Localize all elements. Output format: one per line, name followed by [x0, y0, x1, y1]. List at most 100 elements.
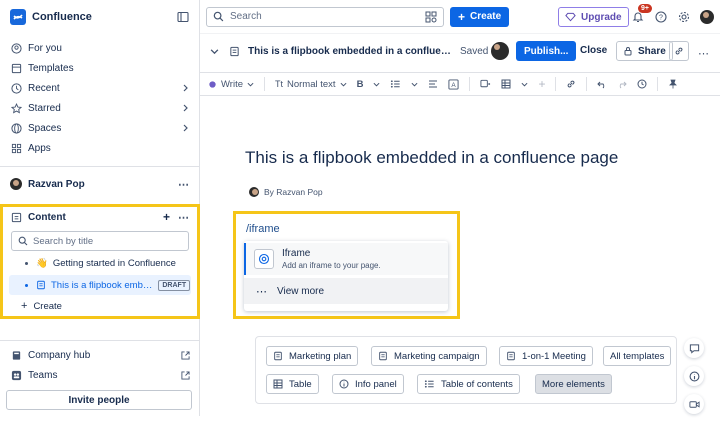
search-icon	[18, 236, 28, 246]
chip-label: More elements	[542, 378, 605, 390]
comment-icon[interactable]	[684, 338, 704, 358]
chevron-down-icon	[340, 81, 347, 88]
copy-link-button[interactable]	[669, 41, 689, 61]
menu-item-description: Add an iframe to your page.	[282, 261, 381, 270]
more-elements-button[interactable]: More elements	[535, 374, 612, 394]
close-button[interactable]: Close	[580, 45, 607, 56]
save-status: Saved	[460, 45, 489, 57]
insert-element-icon[interactable]	[480, 79, 491, 89]
pin-icon[interactable]	[668, 79, 678, 89]
sidebar-item-recent[interactable]: Recent	[0, 78, 199, 98]
page-title: This is a flipbook embedded in a conflue…	[248, 45, 452, 57]
sidebar-item-teams[interactable]: Teams	[0, 365, 200, 385]
link-icon	[674, 46, 684, 56]
invite-people-button[interactable]: Invite people	[6, 390, 192, 410]
diamond-icon	[565, 12, 576, 22]
confluence-logo-icon[interactable]	[10, 9, 26, 25]
sidebar-item-label: For you	[28, 42, 62, 54]
chip-label: Info panel	[355, 378, 397, 390]
chevron-down-icon[interactable]	[373, 81, 380, 88]
align-icon[interactable]	[428, 79, 438, 89]
upgrade-button[interactable]: Upgrade	[558, 7, 629, 27]
sidebar-item-label: Starred	[28, 102, 61, 114]
wave-emoji: 👋	[36, 257, 48, 269]
search-input[interactable]: Search	[206, 6, 444, 27]
element-info-panel[interactable]: Info panel	[332, 374, 404, 394]
table-icon	[273, 379, 283, 389]
video-icon[interactable]	[684, 394, 704, 414]
text-color-icon[interactable]: A	[448, 78, 459, 90]
template-one-on-one[interactable]: 1-on-1 Meeting	[499, 346, 593, 366]
svg-text:A: A	[452, 81, 457, 88]
gear-icon[interactable]	[678, 11, 690, 23]
chevron-down-icon[interactable]	[411, 81, 418, 88]
slash-command-text[interactable]: /iframe	[246, 223, 280, 235]
filter-icon[interactable]	[425, 11, 437, 23]
menu-view-more[interactable]: ⋯ View more	[244, 278, 448, 304]
chevron-down-icon[interactable]	[521, 81, 528, 88]
chip-label: Table	[289, 378, 312, 390]
user-avatar[interactable]	[700, 10, 714, 24]
toolbar-divider	[586, 77, 588, 91]
share-label: Share	[638, 45, 666, 57]
plus-icon[interactable]: +	[538, 77, 545, 91]
chevron-right-icon	[181, 104, 189, 112]
tree-item-getting-started[interactable]: 👋 Getting started in Confluence	[9, 253, 191, 273]
sidebar-nav: For you Templates Recent Starred Spaces …	[0, 34, 199, 162]
template-marketing-plan[interactable]: Marketing plan	[266, 346, 359, 366]
share-button[interactable]: Share	[616, 41, 673, 61]
element-table-of-contents[interactable]: Table of contents	[417, 374, 520, 394]
more-icon: ⋯	[256, 285, 267, 298]
user-circle-icon	[10, 42, 22, 54]
document-icon	[378, 351, 388, 361]
top-bar: Search + Create Upgrade 9+ ?	[200, 0, 720, 34]
more-icon[interactable]: ⋯	[178, 211, 189, 224]
tree-item-flipbook[interactable]: This is a flipbook emb… DRAFT	[9, 275, 191, 295]
bullet	[25, 261, 28, 265]
iframe-icon	[254, 249, 274, 269]
help-icon[interactable]: ?	[655, 11, 667, 23]
history-icon[interactable]	[637, 79, 647, 89]
notification-badge: 9+	[638, 4, 652, 13]
sidebar-item-company-hub[interactable]: Company hub	[0, 345, 200, 365]
text-style-dropdown[interactable]: Tt Normal text	[275, 79, 347, 90]
write-mode-button[interactable]: Write	[208, 79, 254, 90]
all-templates-button[interactable]: All templates	[603, 346, 672, 366]
template-marketing-campaign[interactable]: Marketing campaign	[371, 346, 487, 366]
text-style-icon: Tt	[275, 79, 283, 89]
more-icon[interactable]: ⋯	[178, 178, 189, 191]
document-title[interactable]: This is a flipbook embedded in a conflue…	[245, 148, 618, 168]
collapse-sidebar-icon[interactable]	[177, 11, 189, 23]
create-page-button[interactable]: + Create	[3, 297, 197, 315]
bold-icon[interactable]: B	[357, 79, 364, 90]
sidebar-item-spaces[interactable]: Spaces	[0, 118, 199, 138]
sidebar-item-for-you[interactable]: For you	[0, 38, 199, 58]
more-icon[interactable]: ⋯	[698, 47, 709, 60]
sidebar-item-apps[interactable]: Apps	[0, 138, 199, 158]
info-icon[interactable]	[684, 366, 704, 386]
plus-icon[interactable]: +	[163, 210, 170, 224]
byline: By Razvan Pop	[249, 187, 323, 197]
space-name: Razvan Pop	[28, 178, 85, 190]
sidebar-item-label: Company hub	[28, 349, 91, 361]
pen-icon	[208, 80, 217, 89]
search-by-title-input[interactable]: Search by title	[11, 231, 189, 251]
lock-icon	[623, 46, 633, 56]
create-button[interactable]: + Create	[450, 6, 510, 27]
element-table[interactable]: Table	[266, 374, 319, 394]
chevron-down-icon[interactable]	[210, 47, 219, 56]
redo-icon[interactable]	[617, 79, 628, 89]
bullet-list-icon[interactable]	[390, 79, 401, 89]
space-header[interactable]: Razvan Pop ⋯	[0, 171, 199, 197]
link-icon[interactable]	[566, 79, 576, 89]
menu-item-iframe[interactable]: Iframe Add an iframe to your page.	[244, 243, 448, 275]
publish-button[interactable]: Publish...	[516, 41, 577, 61]
collaborator-avatar[interactable]	[491, 42, 509, 60]
sidebar-item-starred[interactable]: Starred	[0, 98, 199, 118]
sidebar-item-templates[interactable]: Templates	[0, 58, 199, 78]
table-icon[interactable]	[501, 79, 511, 89]
templates-panel: Marketing plan Marketing campaign 1-on-1…	[255, 336, 677, 404]
chip-label: Table of contents	[441, 378, 513, 390]
content-header[interactable]: Content + ⋯	[3, 207, 197, 227]
undo-icon[interactable]	[597, 79, 607, 89]
